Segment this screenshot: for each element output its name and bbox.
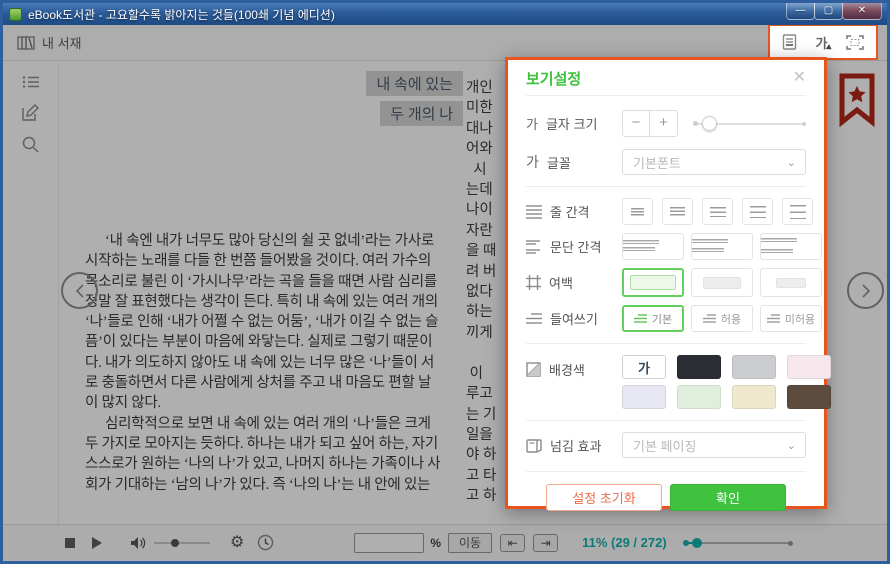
indent-option-3[interactable]: 미허용 [760, 305, 822, 332]
bg-color-swatch[interactable] [622, 385, 666, 409]
reset-settings-button[interactable]: 설정 초기화 [546, 484, 662, 511]
page-effect-row: 넘김 효과 기본 페이징 ⌄ [526, 432, 806, 458]
panel-close-icon[interactable]: ✕ [793, 70, 806, 86]
indent-row: 들여쓰기 기본허용미허용 [526, 305, 806, 332]
font-label: 글꼴 [547, 153, 571, 172]
font-size-label: 글자 크기 [546, 114, 597, 133]
app-icon [9, 8, 22, 21]
background-color-row: 배경색 가 [526, 355, 806, 409]
paragraph-spacing-option-2[interactable] [691, 233, 753, 260]
bg-color-swatch[interactable] [787, 385, 831, 409]
indent-mini-icon [703, 314, 716, 324]
indent-mini-icon [767, 314, 780, 324]
font-select[interactable]: 기본폰트 ⌄ [622, 149, 806, 175]
bg-color-swatch[interactable] [677, 355, 721, 379]
slider-end-dot [802, 122, 806, 126]
font-select-value: 기본폰트 [633, 153, 681, 172]
line-spacing-option-5[interactable] [782, 198, 813, 225]
paragraph-spacing-row: 문단 간격 [526, 233, 806, 260]
minimize-button[interactable]: — [786, 3, 815, 20]
indent-option-1[interactable]: 기본 [622, 305, 684, 332]
chevron-down-icon: ⌄ [787, 156, 796, 169]
bg-swatches: 가 [622, 355, 832, 409]
background-color-label: 배경색 [549, 360, 585, 379]
font-icon: 가 [526, 152, 539, 172]
margin-option-3[interactable] [760, 268, 822, 297]
line-spacing-label: 줄 간격 [550, 202, 590, 221]
margin-option-1[interactable] [622, 268, 684, 297]
paragraph-spacing-icon [526, 240, 542, 254]
indent-options: 기본 허용 미허용 [622, 305, 822, 332]
margin-icon [526, 275, 541, 290]
font-size-stepper: − + [622, 110, 678, 137]
title-bar: eBook도서관 - 고요할수록 밝아지는 것들(100쇄 기념 에디션) — … [3, 3, 887, 25]
view-settings-panel: 보기설정 ✕ 가 글자 크기 − + [505, 57, 827, 509]
bg-color-swatch[interactable] [787, 355, 831, 379]
view-settings-icon[interactable]: 가 [816, 33, 828, 52]
maximize-button[interactable]: ▢ [814, 3, 843, 20]
app-window: eBook도서관 - 고요할수록 밝아지는 것들(100쇄 기념 에디션) — … [0, 0, 890, 564]
slider-start-dot [693, 121, 698, 126]
bg-color-swatch[interactable]: 가 [622, 355, 666, 379]
page-turn-icon [526, 438, 542, 453]
line-spacing-icon [526, 205, 542, 219]
font-size-slider[interactable] [694, 123, 806, 125]
indent-icon [526, 313, 542, 325]
page-effect-label: 넘김 효과 [550, 436, 601, 455]
page-effect-select[interactable]: 기본 페이징 ⌄ [622, 432, 806, 458]
margin-row: 여백 [526, 268, 806, 297]
background-color-icon [526, 362, 541, 377]
bg-color-swatch[interactable] [732, 355, 776, 379]
paragraph-spacing-option-3[interactable] [760, 233, 822, 260]
font-size-icon: 가 [526, 114, 538, 133]
font-size-decrease-button[interactable]: − [623, 111, 650, 136]
line-spacing-row: 줄 간격 [526, 198, 806, 225]
line-spacing-option-3[interactable] [702, 198, 733, 225]
bg-color-swatch[interactable] [732, 385, 776, 409]
margin-option-2[interactable] [691, 268, 753, 297]
confirm-button[interactable]: 확인 [670, 484, 786, 511]
font-size-slider-handle[interactable] [702, 116, 717, 131]
indent-label: 들여쓰기 [550, 309, 598, 328]
panel-title: 보기설정 [526, 68, 581, 89]
paragraph-spacing-option-1[interactable] [622, 233, 684, 260]
bg-color-swatch[interactable] [677, 385, 721, 409]
chevron-down-icon: ⌄ [787, 439, 796, 452]
line-spacing-option-4[interactable] [742, 198, 773, 225]
margin-label: 여백 [549, 273, 573, 292]
page-effect-value: 기본 페이징 [633, 436, 696, 455]
font-size-increase-button[interactable]: + [650, 111, 677, 136]
line-spacing-option-1[interactable] [622, 198, 653, 225]
reading-note-icon[interactable] [782, 34, 797, 50]
paragraph-spacing-label: 문단 간격 [550, 237, 601, 256]
indent-mini-icon [634, 314, 647, 324]
close-button[interactable]: ✕ [842, 3, 882, 20]
fullscreen-icon[interactable] [846, 35, 864, 50]
view-tools-highlight-box: 가 [768, 25, 878, 60]
font-row: 가 글꼴 기본폰트 ⌄ [526, 149, 806, 175]
window-title: eBook도서관 - 고요할수록 밝아지는 것들(100쇄 기념 에디션) [28, 6, 335, 23]
line-spacing-option-2[interactable] [662, 198, 693, 225]
indent-option-2[interactable]: 허용 [691, 305, 753, 332]
font-size-row: 가 글자 크기 − + [526, 110, 806, 137]
